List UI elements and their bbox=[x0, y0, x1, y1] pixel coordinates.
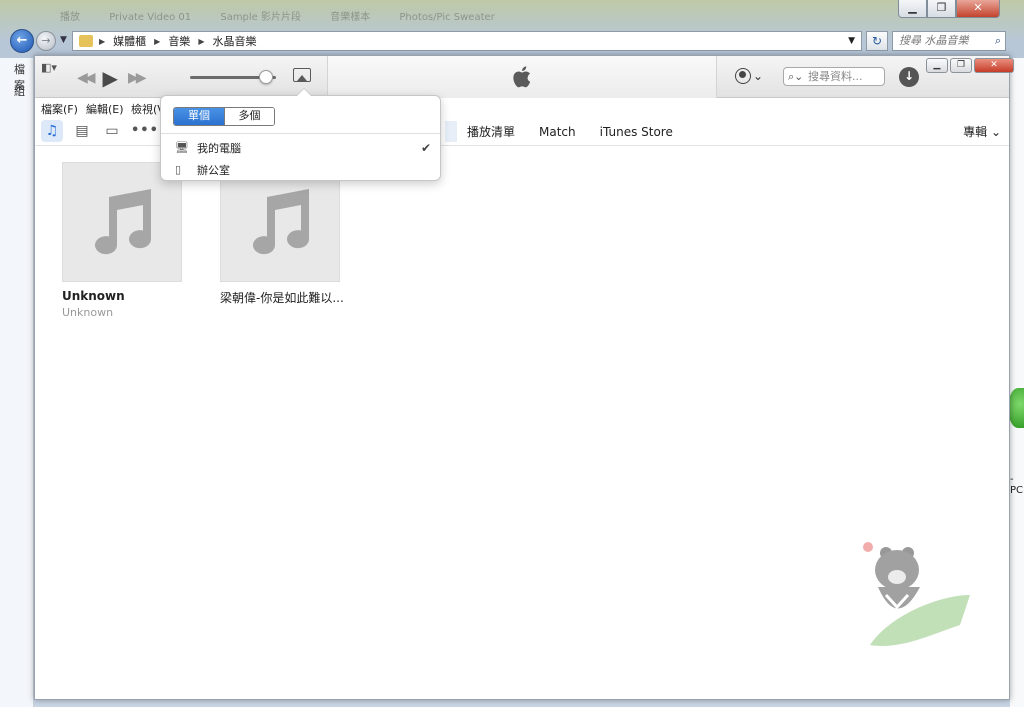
explorer-tab: 音樂樣本 bbox=[330, 12, 371, 23]
music-note-icon bbox=[95, 189, 152, 255]
itunes-search-input[interactable]: ⌕⌄ 搜尋資料... bbox=[783, 67, 885, 86]
speaker-icon: ▯ bbox=[175, 163, 182, 176]
breadcrumb-separator-icon: ▶ bbox=[154, 36, 161, 46]
breadcrumb-separator-icon: ▶ bbox=[198, 36, 205, 46]
explorer-window-buttons: ▁ ❐ ✕ bbox=[898, 0, 1000, 18]
menu-file[interactable]: 檔案(F) bbox=[41, 101, 78, 117]
popover-divider bbox=[161, 133, 440, 134]
view-dropdown-label: 專輯 bbox=[963, 125, 988, 139]
film-icon[interactable]: ▤ bbox=[71, 120, 93, 142]
volume-knob[interactable] bbox=[258, 70, 273, 84]
breadcrumb-item[interactable]: 音樂 bbox=[168, 33, 190, 49]
view-dropdown[interactable]: 專輯 ⌄ bbox=[963, 123, 1001, 140]
explorer-faded-tabs: 播放 Private Video 01 Sample 影片片段 音樂樣本 Pho… bbox=[60, 8, 900, 28]
itunes-window-buttons: ▁ ❐ ✕ bbox=[926, 58, 1014, 73]
maximize-button[interactable]: ❐ bbox=[950, 58, 972, 73]
close-button[interactable]: ✕ bbox=[974, 58, 1014, 73]
checkmark-icon: ✔ bbox=[420, 141, 431, 155]
menu-edit[interactable]: 編輯(E) bbox=[86, 101, 124, 117]
explorer-tab: Private Video 01 bbox=[109, 12, 192, 23]
chevron-down-icon: ⌄ bbox=[990, 125, 1001, 139]
lcd-display bbox=[327, 56, 717, 98]
minimize-button[interactable]: ▁ bbox=[926, 58, 948, 73]
album-title[interactable]: Unknown bbox=[62, 289, 182, 303]
album-tile[interactable]: Unknown Unknown bbox=[62, 162, 182, 319]
bear-watermark-graphic bbox=[863, 542, 970, 646]
play-arrow-icon[interactable] bbox=[1008, 388, 1024, 428]
music-note-icon bbox=[253, 189, 310, 255]
refresh-button[interactable]: ↻ bbox=[866, 31, 888, 51]
playback-controls: ◀◀ ▶ ▶▶ bbox=[77, 66, 146, 90]
more-icon[interactable]: ••• bbox=[131, 120, 158, 142]
airplay-mode-segmented-control: 單個 多個 bbox=[173, 107, 275, 126]
account-icon bbox=[735, 68, 751, 84]
airplay-device-row[interactable]: ▯ 辦公室 bbox=[175, 162, 431, 178]
bear-watermark-logo bbox=[850, 535, 980, 660]
search-icon: ⌕⌄ bbox=[788, 70, 804, 83]
explorer-right-pane: -PC bbox=[1008, 58, 1024, 707]
explorer-search-input[interactable]: 搜尋 水晶音樂 ⌕ bbox=[892, 31, 1006, 51]
tab-playlists[interactable]: 播放清單 bbox=[467, 123, 515, 140]
tab-itunes-store[interactable]: iTunes Store bbox=[600, 125, 673, 139]
back-button[interactable]: ← bbox=[10, 29, 34, 53]
folder-icon bbox=[79, 35, 93, 47]
airplay-device-name: 我的電腦 bbox=[197, 142, 241, 155]
airplay-device-name: 辦公室 bbox=[197, 164, 230, 177]
explorer-tab: 播放 bbox=[60, 12, 80, 23]
itunes-search-placeholder: 搜尋資料... bbox=[808, 70, 863, 83]
media-kind-selector: ♫ ▤ ▭ ••• bbox=[41, 120, 158, 142]
tv-icon[interactable]: ▭ bbox=[101, 120, 123, 142]
breadcrumb-separator-icon: ▶ bbox=[99, 36, 106, 46]
sidebar-toggle-icon[interactable]: ◧▾ bbox=[41, 61, 57, 74]
rewind-icon[interactable]: ◀◀ bbox=[77, 70, 95, 86]
album-title[interactable]: 梁朝偉-你是如此難以... bbox=[220, 289, 344, 306]
volume-slider[interactable] bbox=[190, 70, 276, 84]
breadcrumb-item[interactable]: 媒體櫃 bbox=[113, 33, 146, 49]
selected-tab-edge[interactable] bbox=[445, 121, 457, 142]
history-dropdown-icon[interactable]: ▼ bbox=[60, 35, 67, 45]
chevron-down-icon: ⌄ bbox=[753, 69, 764, 83]
explorer-search-placeholder: 搜尋 水晶音樂 bbox=[899, 34, 969, 47]
explorer-menu-item[interactable]: 組 bbox=[14, 83, 25, 99]
itunes-toolbar: ◧▾ ◀◀ ▶ ▶▶ ⌄ ⌕⌄ 搜尋資料... ↓ ▁ ❐ ✕ bbox=[35, 56, 1014, 98]
address-dropdown-icon[interactable]: ▼ bbox=[848, 36, 855, 46]
album-artist[interactable]: Unknown bbox=[62, 306, 182, 319]
search-icon[interactable]: ⌕ bbox=[995, 32, 1001, 50]
account-button[interactable]: ⌄ bbox=[735, 68, 763, 84]
downloads-icon[interactable]: ↓ bbox=[899, 67, 919, 87]
tab-match[interactable]: Match bbox=[539, 125, 576, 139]
minimize-button[interactable]: ▁ bbox=[898, 0, 927, 18]
play-icon[interactable]: ▶ bbox=[103, 66, 118, 90]
computer-icon: 🖥 bbox=[175, 141, 189, 154]
explorer-left-pane: 檔案 組 bbox=[0, 58, 34, 707]
explorer-tab: Sample 影片片段 bbox=[220, 12, 302, 23]
explorer-pc-label: -PC bbox=[1010, 474, 1024, 496]
segment-multiple[interactable]: 多個 bbox=[224, 108, 274, 125]
airplay-device-row[interactable]: 🖥 我的電腦 ✔ bbox=[175, 140, 431, 156]
album-tile[interactable]: 梁朝偉-你是如此難以... bbox=[220, 162, 344, 306]
airplay-icon[interactable] bbox=[293, 68, 311, 82]
breadcrumb-item[interactable]: 水晶音樂 bbox=[212, 33, 256, 49]
explorer-nav-bar: ← → ▼ ▶ 媒體櫃 ▶ 音樂 ▶ 水晶音樂 ▼ ↻ 搜尋 水晶音樂 ⌕ bbox=[8, 29, 1018, 53]
explorer-tab: Photos/Pic Sweater bbox=[399, 12, 495, 23]
maximize-button[interactable]: ❐ bbox=[927, 0, 956, 18]
music-note-icon[interactable]: ♫ bbox=[41, 120, 63, 142]
airplay-popover: 單個 多個 🖥 我的電腦 ✔ ▯ 辦公室 bbox=[160, 88, 441, 181]
close-button[interactable]: ✕ bbox=[956, 0, 1000, 18]
address-bar[interactable]: ▶ 媒體櫃 ▶ 音樂 ▶ 水晶音樂 ▼ bbox=[72, 31, 862, 51]
segment-single[interactable]: 單個 bbox=[174, 108, 224, 125]
forward-button[interactable]: → bbox=[36, 31, 56, 51]
apple-logo-icon bbox=[513, 66, 531, 88]
library-tabs: 播放清單 Match iTunes Store bbox=[445, 117, 697, 146]
fast-forward-icon[interactable]: ▶▶ bbox=[128, 70, 146, 86]
